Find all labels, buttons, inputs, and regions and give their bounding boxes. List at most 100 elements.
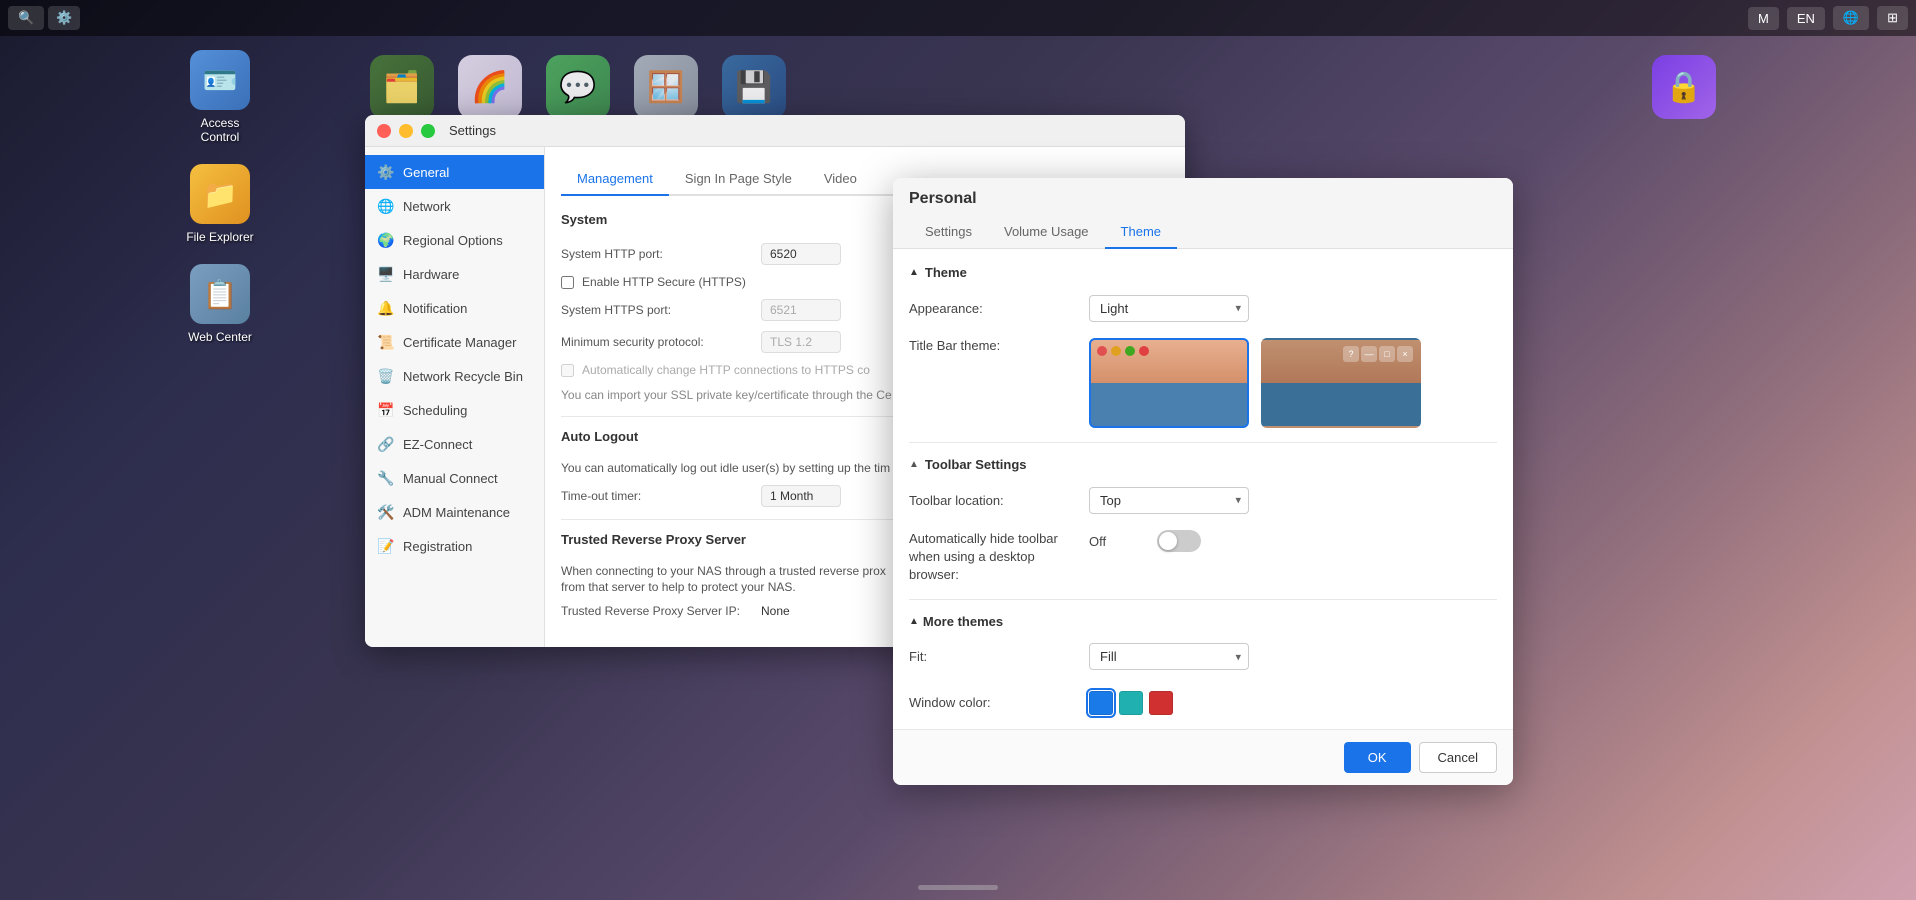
window-color-red[interactable] <box>1149 691 1173 715</box>
personal-panel-title: Personal <box>909 190 1497 208</box>
tab-video[interactable]: Video <box>808 163 873 196</box>
more-themes-divider <box>909 599 1497 600</box>
taskbar-search[interactable]: 🔍 <box>8 6 44 30</box>
personal-panel-body: ▲ Theme Appearance: Light Dark Title Bar… <box>893 249 1513 729</box>
autohide-toggle[interactable] <box>1157 530 1201 552</box>
desktop-icons-area: 🪪 Access Control 📁 File Explorer 📋 Web C… <box>180 50 260 344</box>
sidebar-general-label: General <box>403 165 449 180</box>
file-explorer-label: File Explorer <box>186 230 253 244</box>
sidebar-item-certificate[interactable]: 📜 Certificate Manager <box>365 325 544 359</box>
sidebar-item-hardware[interactable]: 🖥️ Hardware <box>365 257 544 291</box>
fit-label: Fit: <box>909 649 1089 664</box>
settings-sidebar: ⚙️ General 🌐 Network 🌍 Regional Options … <box>365 147 545 647</box>
taskbar-kbd-button[interactable]: EN <box>1787 7 1825 30</box>
registration-icon: 📝 <box>377 537 395 555</box>
web-center-icon: 📋 <box>203 278 238 311</box>
toolbar-location-select[interactable]: Top Bottom <box>1089 487 1249 514</box>
sidebar-item-adm[interactable]: 🛠️ ADM Maintenance <box>365 495 544 529</box>
sidebar-notification-label: Notification <box>403 301 467 316</box>
taskbar-gear-button[interactable]: ⚙️ <box>48 6 80 30</box>
https-checkbox[interactable] <box>561 276 574 289</box>
sidebar-item-network-recycle[interactable]: 🗑️ Network Recycle Bin <box>365 359 544 393</box>
title-bar-theme-row: Title Bar theme: ? — □ <box>909 338 1497 428</box>
grid-icon: ⊞ <box>1887 10 1898 26</box>
tab-management[interactable]: Management <box>561 163 669 196</box>
desktop-icon-access-control[interactable]: 🪪 Access Control <box>180 50 260 144</box>
ok-button[interactable]: OK <box>1344 742 1411 773</box>
manual-connect-icon: 🔧 <box>377 469 395 487</box>
win-btn-min: — <box>1361 346 1377 362</box>
taskbar-user-button[interactable]: M <box>1748 7 1779 30</box>
sidebar-item-notification[interactable]: 🔔 Notification <box>365 291 544 325</box>
sidebar-item-manual-connect[interactable]: 🔧 Manual Connect <box>365 461 544 495</box>
titlebar-minimize-button[interactable] <box>399 124 413 138</box>
titlebar-maximize-button[interactable] <box>421 124 435 138</box>
fit-row: Fit: Fill Fit Stretch <box>909 641 1497 673</box>
sidebar-item-regional[interactable]: 🌍 Regional Options <box>365 223 544 257</box>
window-color-teal[interactable] <box>1119 691 1143 715</box>
toolbar-location-control: Top Bottom <box>1089 487 1497 514</box>
toolbar-location-label: Toolbar location: <box>909 493 1089 508</box>
desktop-icon-web-center[interactable]: 📋 Web Center <box>180 264 260 344</box>
appearance-select[interactable]: Light Dark <box>1089 295 1249 322</box>
autohide-thumb <box>1159 532 1177 550</box>
dock-app-1[interactable]: 🗂️ <box>370 55 434 119</box>
notification-icon: 🔔 <box>377 299 395 317</box>
desktop-icon-vpn[interactable]: 🔒 <box>1652 55 1716 119</box>
window-color-control <box>1089 691 1497 715</box>
theme-preview: ? — □ × <box>1089 338 1497 428</box>
titlebar-close-button[interactable] <box>377 124 391 138</box>
hardware-icon: 🖥️ <box>377 265 395 283</box>
personal-tab-settings[interactable]: Settings <box>909 216 988 249</box>
desktop-icon-file-explorer[interactable]: 📁 File Explorer <box>180 164 260 244</box>
sidebar-item-scheduling[interactable]: 📅 Scheduling <box>365 393 544 427</box>
autohide-track <box>1157 530 1201 552</box>
settings-title: Settings <box>449 123 496 138</box>
sidebar-item-general[interactable]: ⚙️ General <box>365 155 544 189</box>
sidebar-item-registration[interactable]: 📝 Registration <box>365 529 544 563</box>
sidebar-item-network[interactable]: 🌐 Network <box>365 189 544 223</box>
vpn-icon: 🔒 <box>1665 70 1702 105</box>
http-port-label: System HTTP port: <box>561 247 761 261</box>
fit-select-wrapper: Fill Fit Stretch <box>1089 643 1249 670</box>
mac-dot-yellow <box>1111 346 1121 356</box>
appearance-control: Light Dark <box>1089 295 1497 322</box>
dock-bottom-pill <box>918 885 998 890</box>
fit-select[interactable]: Fill Fit Stretch <box>1089 643 1249 670</box>
sidebar-network-label: Network <box>403 199 451 214</box>
dock-app-5[interactable]: 💾 <box>722 55 786 119</box>
https-port-label: System HTTPS port: <box>561 303 761 317</box>
taskbar-network-button[interactable]: 🌐 <box>1833 6 1869 30</box>
toolbar-caret: ▲ <box>909 459 919 470</box>
dock-app-3[interactable]: 💬 <box>546 55 610 119</box>
timeout-label: Time-out timer: <box>561 489 761 503</box>
autohide-row: Automatically hide toolbar when using a … <box>909 530 1497 585</box>
win-btn-help: ? <box>1343 346 1359 362</box>
personal-tab-theme[interactable]: Theme <box>1105 216 1177 249</box>
dock-app-2[interactable]: 🌈 <box>458 55 522 119</box>
network-icon: 🌐 <box>1843 10 1859 26</box>
personal-tab-volume-usage[interactable]: Volume Usage <box>988 216 1105 249</box>
toolbar-location-row: Toolbar location: Top Bottom <box>909 484 1497 516</box>
access-control-label: Access Control <box>180 116 260 144</box>
dock-app-4[interactable]: 🪟 <box>634 55 698 119</box>
appearance-label: Appearance: <box>909 301 1089 316</box>
sidebar-item-ez-connect[interactable]: 🔗 EZ-Connect <box>365 427 544 461</box>
tab-sign-in[interactable]: Sign In Page Style <box>669 163 808 196</box>
window-color-blue[interactable] <box>1089 691 1113 715</box>
cancel-button[interactable]: Cancel <box>1419 742 1497 773</box>
auto-change-label: Automatically change HTTP connections to… <box>582 363 870 377</box>
taskbar-grid-button[interactable]: ⊞ <box>1877 6 1908 30</box>
general-icon: ⚙️ <box>377 163 395 181</box>
recycle-icon: 🗑️ <box>377 367 395 385</box>
window-color-row: Window color: <box>909 687 1497 719</box>
window-color-label: Window color: <box>909 695 1089 710</box>
dock-top: 🗂️ 🌈 💬 🪟 💾 <box>370 55 786 119</box>
ez-connect-icon: 🔗 <box>377 435 395 453</box>
certificate-icon: 📜 <box>377 333 395 351</box>
personal-panel-tabs: Settings Volume Usage Theme <box>909 216 1497 248</box>
theme-card-mac[interactable] <box>1089 338 1249 428</box>
theme-card-win[interactable]: ? — □ × <box>1261 338 1421 428</box>
sidebar-scheduling-label: Scheduling <box>403 403 467 418</box>
toolbar-select-wrapper: Top Bottom <box>1089 487 1249 514</box>
